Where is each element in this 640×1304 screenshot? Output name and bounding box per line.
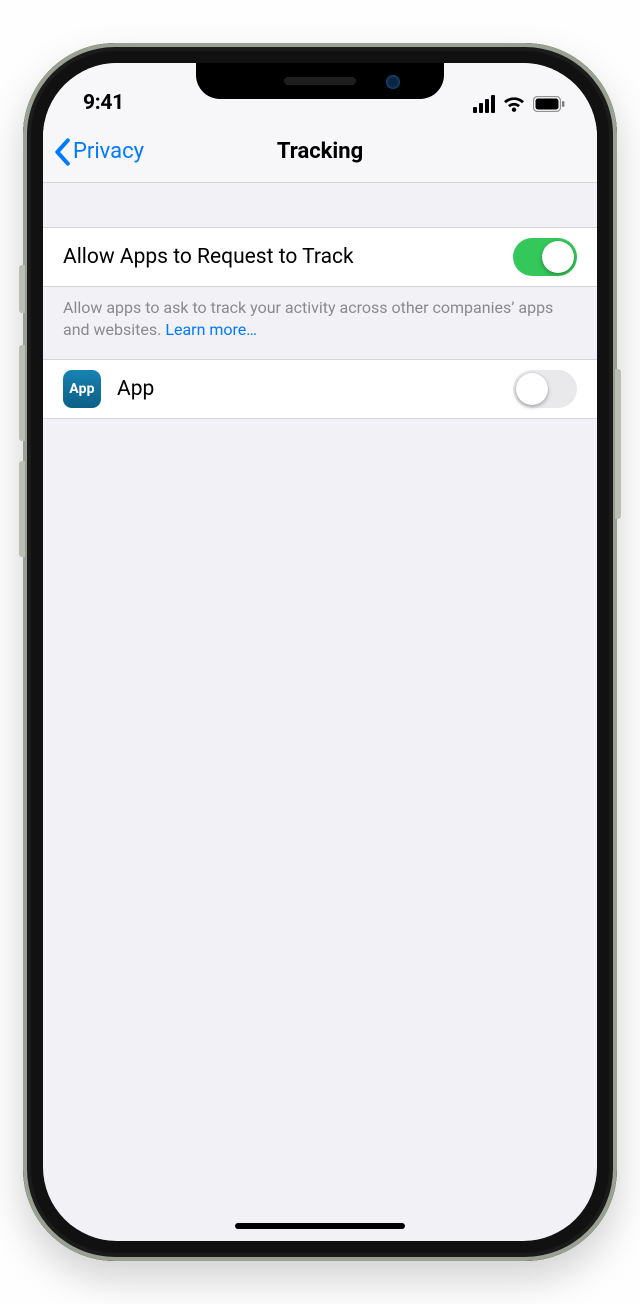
volume-down-btn <box>19 461 25 557</box>
app-icon: App <box>63 370 101 408</box>
allow-tracking-row: Allow Apps to Request to Track <box>43 227 597 287</box>
nav-bar: Privacy Tracking <box>43 121 597 183</box>
back-label: Privacy <box>73 139 144 164</box>
ringer-switch <box>19 265 25 313</box>
allow-tracking-label: Allow Apps to Request to Track <box>63 245 513 269</box>
app-tracking-toggle[interactable] <box>513 370 577 408</box>
cellular-icon <box>473 95 495 113</box>
footer-text: Allow apps to ask to track your activity… <box>63 298 553 339</box>
back-button[interactable]: Privacy <box>53 138 144 166</box>
home-indicator <box>235 1223 405 1229</box>
status-time: 9:41 <box>83 91 124 115</box>
learn-more-link[interactable]: Learn more… <box>165 320 257 339</box>
side-button <box>615 369 621 519</box>
allow-tracking-toggle[interactable] <box>513 238 577 276</box>
battery-icon <box>533 96 565 112</box>
app-tracking-row: App App <box>43 359 597 419</box>
volume-up-btn <box>19 345 25 441</box>
chevron-left-icon <box>53 138 71 166</box>
page-title: Tracking <box>277 139 363 164</box>
iphone-frame: 9:41 Privacy Tracking Allow Apps to Req <box>23 43 617 1261</box>
screen: 9:41 Privacy Tracking Allow Apps to Req <box>43 63 597 1241</box>
app-name-label: App <box>117 377 513 401</box>
notch <box>196 63 444 99</box>
allow-tracking-footer: Allow apps to ask to track your activity… <box>43 287 597 359</box>
wifi-icon <box>503 95 525 113</box>
